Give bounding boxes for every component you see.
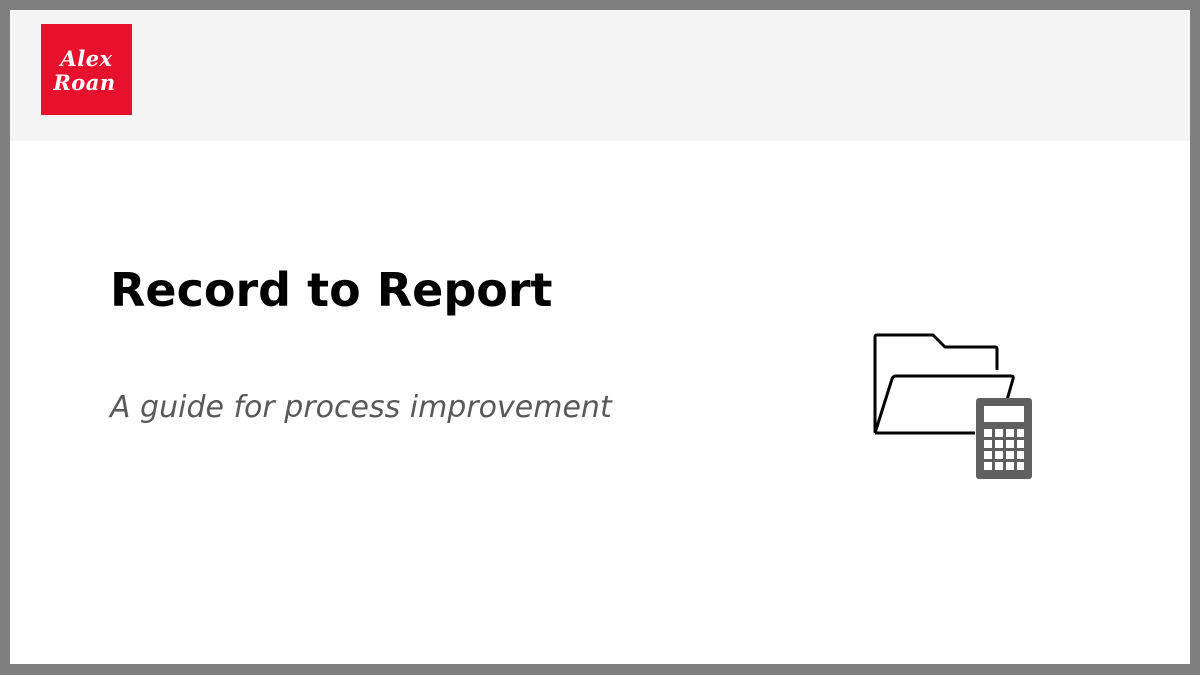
header-band: Alex Roan xyxy=(10,10,1190,141)
slide-title: Record to Report xyxy=(110,263,553,317)
logo-line-1: Alex xyxy=(60,45,113,71)
calculator-icon xyxy=(976,398,1032,479)
logo-line-2: Roan xyxy=(53,69,116,95)
slide: Alex Roan Record to Report A guide for p… xyxy=(10,10,1190,664)
slide-subtitle: A guide for process improvement xyxy=(110,390,612,425)
brand-logo: Alex Roan xyxy=(41,24,132,115)
folder-calculator-svg xyxy=(873,333,1032,479)
folder-calculator-icon-group xyxy=(870,330,1040,490)
